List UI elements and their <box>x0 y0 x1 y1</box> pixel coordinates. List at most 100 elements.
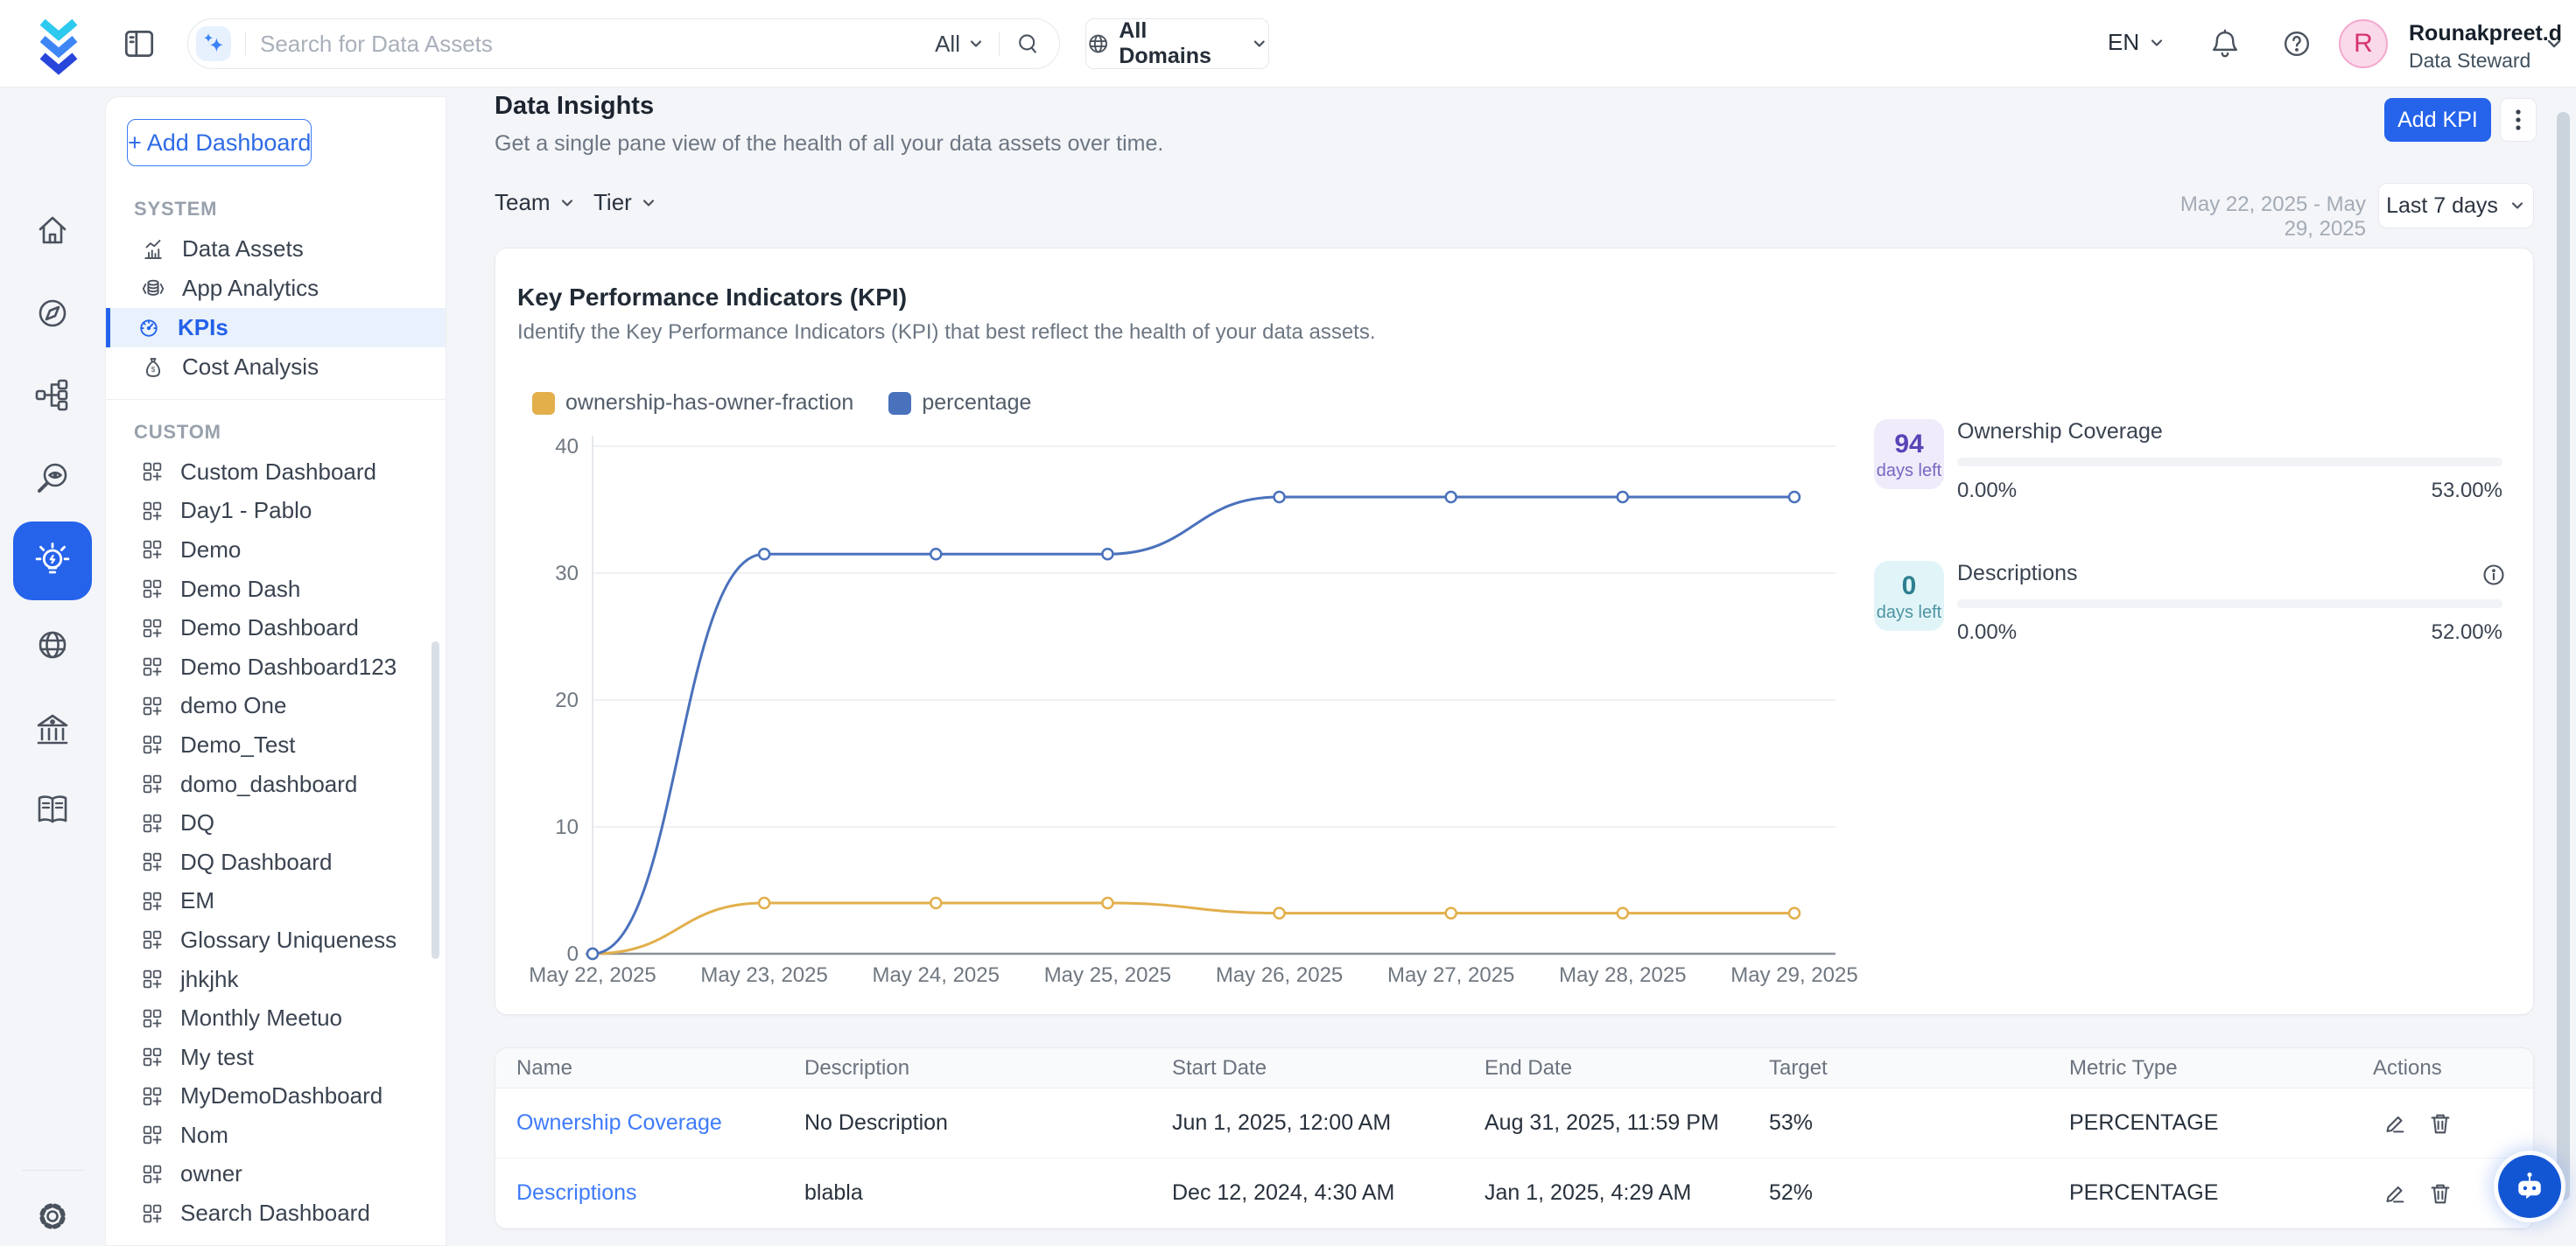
sidebar-item-data-assets[interactable]: Data Assets <box>106 229 446 269</box>
kpi-chart: 010203040May 22, 2025May 23, 2025May 24,… <box>517 420 1848 989</box>
sidebar-item-dq-dashboard[interactable]: DQ Dashboard <box>106 843 446 882</box>
chart-icon <box>140 236 166 262</box>
dash-add-icon <box>140 1123 165 1147</box>
help-icon[interactable] <box>2278 24 2316 63</box>
cell-description: blabla <box>804 1180 1172 1206</box>
delete-trash-icon[interactable] <box>2427 1110 2453 1137</box>
sidebar-item-demo-dashboard123[interactable]: Demo Dashboard123 <box>106 648 446 687</box>
governance-bank-icon[interactable] <box>32 708 74 750</box>
team-filter-dropdown[interactable]: Team <box>495 189 576 216</box>
kpi-summary-title: Ownership Coverage <box>1957 419 2163 444</box>
sidebar-item-day1-pablo[interactable]: Day1 - Pablo <box>106 492 446 531</box>
compass-icon[interactable] <box>32 292 74 334</box>
svg-text:May 22, 2025: May 22, 2025 <box>529 963 656 987</box>
kpi-card-title: Key Performance Indicators (KPI) <box>517 284 907 312</box>
edit-pencil-icon[interactable] <box>2382 1110 2408 1137</box>
kpi-summary-title: Descriptions <box>1957 561 2078 586</box>
globe-icon <box>1086 32 1110 56</box>
dash-add-icon <box>140 889 165 914</box>
sidebar-item-demo-one[interactable]: demo One <box>106 687 446 726</box>
ai-sparkle-icon[interactable] <box>196 26 231 61</box>
search-scope-dropdown[interactable]: All <box>935 31 985 58</box>
dash-add-icon <box>140 928 165 952</box>
sidebar-item-demo-dash[interactable]: Demo Dash <box>106 570 446 609</box>
home-icon[interactable] <box>32 208 74 250</box>
sidebar-item-label: DQ Dashboard <box>180 849 332 876</box>
sidebar-item-cost-analysis[interactable]: $Cost Analysis <box>106 347 446 387</box>
sidebar-item-label: demo One <box>180 692 286 719</box>
sidebar-item-nom[interactable]: Nom <box>106 1116 446 1155</box>
svg-text:May 23, 2025: May 23, 2025 <box>700 963 827 987</box>
sidebar-item-domo-dashboard[interactable]: domo_dashboard <box>106 765 446 804</box>
chevron-down-icon <box>2509 197 2526 214</box>
section-label-system: SYSTEM <box>134 198 446 220</box>
settings-gear-icon[interactable] <box>32 1195 74 1237</box>
sidebar-item-search-dashboard[interactable]: Search Dashboard <box>106 1194 446 1233</box>
sidebar-item-label: Nom <box>180 1122 228 1149</box>
sidebar-item-custom-dashboard[interactable]: Custom Dashboard <box>106 452 446 492</box>
profile-search-eye-icon[interactable] <box>32 457 74 499</box>
legend-item[interactable]: percentage <box>888 390 1031 416</box>
add-dashboard-button[interactable]: + Add Dashboard <box>127 119 312 166</box>
lineage-sitemap-icon[interactable] <box>32 374 74 416</box>
app-logo-icon[interactable] <box>32 14 86 75</box>
kpi-name-link[interactable]: Ownership Coverage <box>495 1110 804 1136</box>
kpi-current-value: 0.00% <box>1957 479 2017 503</box>
robot-icon <box>2509 1166 2550 1207</box>
sidebar-item-em[interactable]: EM <box>106 882 446 921</box>
kpi-card: Key Performance Indicators (KPI) Identif… <box>495 248 2534 1015</box>
sidebar-item-owner[interactable]: owner <box>106 1155 446 1194</box>
globe-icon[interactable] <box>32 624 74 666</box>
sidebar-item-label: MyDemoDashboard <box>180 1082 383 1110</box>
glossary-book-icon[interactable] <box>32 788 74 830</box>
sidebar-item-glossary-uniqueness[interactable]: Glossary Uniqueness <box>106 920 446 960</box>
insights-lightbulb-icon[interactable] <box>13 522 92 600</box>
table-row: Ownership CoverageNo DescriptionJun 1, 2… <box>495 1088 2533 1158</box>
delete-trash-icon[interactable] <box>2427 1180 2453 1207</box>
sidebar-item-mydemodashboard[interactable]: MyDemoDashboard <box>106 1077 446 1116</box>
sidebar-item-monthly-meetuo[interactable]: Monthly Meetuo <box>106 998 446 1038</box>
edit-pencil-icon[interactable] <box>2382 1180 2408 1207</box>
chatbot-bubble[interactable] <box>2498 1155 2561 1218</box>
sidebar-item-demo-test[interactable]: Demo_Test <box>106 725 446 765</box>
profile-chevron-down-icon[interactable] <box>2544 33 2565 54</box>
sidebar-scrollbar[interactable] <box>432 641 439 959</box>
sidebar-toggle-icon[interactable] <box>121 25 158 62</box>
sidebar-item-demo[interactable]: Demo <box>106 530 446 570</box>
more-options-kebab-icon[interactable] <box>2500 98 2537 142</box>
sidebar-item-label: Demo Dashboard <box>180 614 359 641</box>
kpi-name-link[interactable]: Descriptions <box>495 1180 804 1206</box>
page-scrollbar[interactable] <box>2557 112 2570 1200</box>
kpi-target-value: 52.00% <box>2432 620 2502 645</box>
user-avatar[interactable]: R <box>2339 19 2388 68</box>
table-body: Ownership CoverageNo DescriptionJun 1, 2… <box>495 1088 2533 1228</box>
info-icon[interactable] <box>2481 563 2506 587</box>
cell-target: 52% <box>1769 1180 2069 1206</box>
icon-rail <box>0 88 105 1246</box>
sidebar-item-dq[interactable]: DQ <box>106 803 446 843</box>
page-subtitle: Get a single pane view of the health of … <box>495 131 1163 157</box>
language-dropdown[interactable]: EN <box>2108 29 2165 56</box>
sidebar-item-demo-dashboard[interactable]: Demo Dashboard <box>106 608 446 648</box>
svg-text:May 26, 2025: May 26, 2025 <box>1216 963 1343 987</box>
sidebar-item-app-analytics[interactable]: App Analytics <box>106 269 446 308</box>
sidebar-item-jhkjhk[interactable]: jhkjhk <box>106 960 446 999</box>
table-row: DescriptionsblablaDec 12, 2024, 4:30 AMJ… <box>495 1158 2533 1228</box>
notifications-bell-icon[interactable] <box>2206 24 2244 63</box>
sidebar-item-kpis[interactable]: KPIs <box>106 308 446 347</box>
search-icon[interactable] <box>1014 30 1042 58</box>
sidebar-item-my-test[interactable]: My test <box>106 1038 446 1077</box>
cell-metric-type: PERCENTAGE <box>2069 1180 2373 1206</box>
dash-add-icon <box>140 499 165 523</box>
domains-dropdown[interactable]: All Domains <box>1085 18 1269 69</box>
divider <box>22 1170 83 1171</box>
divider <box>999 32 1000 56</box>
range-selector-dropdown[interactable]: Last 7 days <box>2378 183 2534 228</box>
gauge-icon <box>136 315 162 341</box>
add-kpi-button[interactable]: Add KPI <box>2384 98 2491 142</box>
legend-item[interactable]: ownership-has-owner-fraction <box>532 390 853 416</box>
tier-filter-dropdown[interactable]: Tier <box>593 189 657 216</box>
global-search-input[interactable]: Search for Data Assets All <box>187 18 1060 69</box>
column-header: Description <box>804 1056 1172 1081</box>
dash-add-icon <box>140 654 165 679</box>
